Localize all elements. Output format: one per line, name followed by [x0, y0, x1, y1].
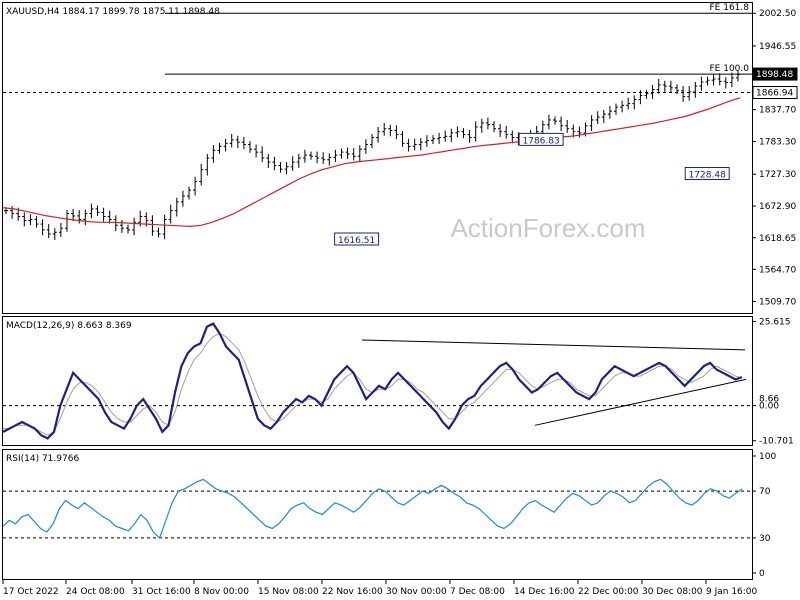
- rsi-title: RSI(14) 71.9766: [6, 454, 79, 464]
- rsi-panel: 100 70 30 0: [2, 452, 776, 579]
- price-y-tick-label: 2002.50: [759, 9, 796, 19]
- moving-average-line: [2, 97, 741, 228]
- rsi-y-tick-label: 0: [759, 569, 765, 579]
- rsi-y-tick-label: 70: [759, 487, 771, 497]
- macd-signal-line: [3, 332, 743, 436]
- macd-trendline-upper: [361, 339, 746, 351]
- macd-line: [2, 322, 743, 440]
- price-y-tick-label: 1564.70: [759, 265, 796, 275]
- x-tick-label: 22 Nov 16:00: [322, 587, 383, 597]
- price-box-label: 1898.48: [756, 70, 793, 80]
- x-tick-label: 31 Oct 16:00: [132, 587, 191, 597]
- rsi-panel-frame: [2, 449, 753, 580]
- macd-y-tick-label: 25.615: [759, 318, 791, 328]
- price-panel-frame: [2, 2, 753, 314]
- macd-title: MACD(12,26,9) 8.663 8.369: [6, 321, 132, 331]
- x-tick-label: 24 Oct 08:00: [66, 587, 125, 597]
- price-panel: 2002.501946.551892.401837.701783.301727.…: [2, 3, 798, 307]
- macd-panel-frame: [2, 316, 753, 446]
- price-annotation-label: 1728.48: [689, 171, 726, 181]
- macd-trendline-lower: [534, 378, 747, 426]
- chart: ActionForex.com XAUUSD,H4 1884.17 1899.7…: [2, 2, 798, 597]
- x-tick-label: 14 Dec 16:00: [514, 587, 575, 597]
- level-label: FE 100.0: [710, 64, 750, 74]
- price-y-tick-label: 1727.30: [759, 170, 796, 180]
- price-y-tick-label: 1837.70: [759, 106, 796, 116]
- level-label: FE 161.8: [710, 3, 750, 13]
- x-tick-label: 17 Oct 2022: [3, 587, 59, 597]
- macd-panel: 25.6150.00-10.7018.66: [2, 318, 794, 447]
- x-tick-label: 30 Nov 00:00: [386, 587, 447, 597]
- x-tick-label: 8 Nov 00:00: [194, 587, 249, 597]
- x-tick-label: 9 Jan 16:00: [706, 587, 758, 597]
- x-tick-label: 30 Dec 08:00: [642, 587, 703, 597]
- price-y-tick-label: 1783.30: [759, 137, 796, 147]
- x-tick-label: 15 Nov 08:00: [258, 587, 319, 597]
- macd-y-tick-label: -10.701: [759, 437, 794, 447]
- macd-value-label: 8.66: [759, 395, 779, 405]
- x-tick-label: 22 Dec 00:00: [578, 587, 639, 597]
- x-axis: 17 Oct 2022 24 Oct 08:00 31 Oct 16:00 8 Nov…: [2, 580, 758, 597]
- price-title: XAUUSD,H4 1884.17 1899.78 1875.11 1898.4…: [6, 7, 220, 17]
- price-annotation-label: 1786.83: [523, 136, 560, 146]
- price-box-label: 1866.94: [756, 89, 793, 99]
- price-y-tick-label: 1509.70: [759, 297, 796, 307]
- rsi-line: [2, 478, 743, 539]
- rsi-y-tick-label: 100: [759, 452, 776, 462]
- price-annotation-label: 1616.51: [338, 236, 375, 246]
- rsi-y-tick-label: 30: [759, 534, 771, 544]
- price-y-tick-label: 1946.55: [759, 42, 796, 52]
- price-y-tick-label: 1618.65: [759, 234, 796, 244]
- watermark: ActionForex.com: [450, 213, 645, 243]
- x-tick-label: 7 Dec 08:00: [450, 587, 505, 597]
- price-y-tick-label: 1672.90: [759, 202, 796, 212]
